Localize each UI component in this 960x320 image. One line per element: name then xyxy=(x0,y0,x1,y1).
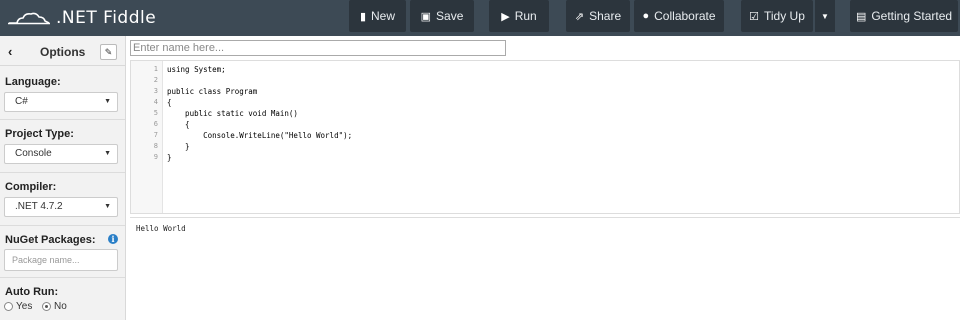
compiler-label: Compiler: xyxy=(5,181,57,193)
collapse-sidebar-icon[interactable]: ‹ xyxy=(8,44,12,59)
code-line: Console.WriteLine("Hello World"); xyxy=(167,131,353,140)
auto-run-no-radio[interactable] xyxy=(42,302,51,311)
user-icon: ● xyxy=(642,10,650,22)
code-line: } xyxy=(167,142,190,151)
code-editor[interactable]: 1 2 3 4 5 6 7 8 9 using System; public c… xyxy=(130,60,960,214)
output-panel: Hello World xyxy=(130,217,960,320)
run-button[interactable]: ▶ Run xyxy=(489,0,549,32)
project-type-select-value: Console xyxy=(15,148,52,159)
share-button[interactable]: ⇗ Share xyxy=(566,0,630,32)
auto-run-yes-label: Yes xyxy=(16,301,33,312)
auto-run-label: Auto Run: xyxy=(5,286,59,298)
new-button[interactable]: ▮ New xyxy=(349,0,406,32)
project-type-label: Project Type: xyxy=(5,128,74,140)
top-navbar: .NET Fiddle ▮ New ▣ Save ▶ Run ⇗ Share ●… xyxy=(0,0,960,36)
fiddle-name-input[interactable]: Enter name here... xyxy=(130,40,506,56)
code-line: } xyxy=(167,153,172,162)
code-line: { xyxy=(167,120,190,129)
logo-text: .NET Fiddle xyxy=(56,8,157,28)
play-icon: ▶ xyxy=(501,10,510,23)
line-number: 6 xyxy=(153,120,158,128)
line-number: 5 xyxy=(153,109,158,117)
sidebar-header: ‹ Options ✎ xyxy=(0,36,125,66)
getting-started-button[interactable]: ▤ Getting Started xyxy=(850,0,958,32)
sidebar-title: Options xyxy=(40,45,86,59)
line-number: 9 xyxy=(153,153,158,161)
chevron-down-icon: ▼ xyxy=(104,98,111,105)
code-line: public class Program xyxy=(167,87,258,96)
tidy-up-button[interactable]: ☑ Tidy Up xyxy=(741,0,813,32)
line-number: 7 xyxy=(153,131,158,139)
chevron-down-icon: ▼ xyxy=(104,203,111,210)
code-line: { xyxy=(167,98,172,107)
language-select[interactable]: C# ▼ xyxy=(4,92,118,112)
pin-icon[interactable]: ✎ xyxy=(100,44,117,60)
floppy-icon: ▣ xyxy=(420,10,432,23)
dotnet-fiddle-logo[interactable]: .NET Fiddle xyxy=(8,4,156,32)
save-button[interactable]: ▣ Save xyxy=(410,0,474,32)
nuget-packages-label: NuGet Packages: xyxy=(5,234,96,246)
language-label: Language: xyxy=(5,76,61,88)
line-number: 2 xyxy=(153,76,158,84)
divider xyxy=(0,225,125,226)
code-line: public static void Main() xyxy=(167,109,298,118)
options-sidebar: ‹ Options ✎ Language: C# ▼ Project Type:… xyxy=(0,36,126,320)
auto-run-no-label: No xyxy=(54,301,67,312)
chevron-down-icon: ▼ xyxy=(104,150,111,157)
new-button-label: New xyxy=(371,9,396,23)
checkbox-icon: ☑ xyxy=(749,10,759,23)
collaborate-button-label: Collaborate xyxy=(654,9,716,23)
caret-down-icon: ▼ xyxy=(821,11,829,21)
tidy-up-button-label: Tidy Up xyxy=(763,9,805,23)
cloud-icon xyxy=(8,12,50,25)
info-icon[interactable]: i xyxy=(108,234,118,244)
line-number-gutter: 1 2 3 4 5 6 7 8 9 xyxy=(131,61,163,213)
line-number: 4 xyxy=(153,98,158,106)
collaborate-button[interactable]: ● Collaborate xyxy=(634,0,724,32)
nuget-package-input[interactable]: Package name... xyxy=(4,249,118,271)
share-icon: ⇗ xyxy=(574,10,585,23)
line-number: 8 xyxy=(153,142,158,150)
line-number: 1 xyxy=(153,65,158,73)
divider xyxy=(0,119,125,120)
tidy-up-dropdown-toggle[interactable]: ▼ xyxy=(815,0,835,32)
compiler-select-value: .NET 4.7.2 xyxy=(15,201,63,212)
divider xyxy=(0,172,125,173)
getting-started-button-label: Getting Started xyxy=(871,9,953,23)
file-icon: ▮ xyxy=(359,10,367,23)
compiler-select[interactable]: .NET 4.7.2 ▼ xyxy=(4,197,118,217)
project-type-select[interactable]: Console ▼ xyxy=(4,144,118,164)
auto-run-yes-radio[interactable] xyxy=(4,302,13,311)
divider xyxy=(0,277,125,278)
line-number: 3 xyxy=(153,87,158,95)
run-button-label: Run xyxy=(514,9,537,23)
code-line: using System; xyxy=(167,65,226,74)
output-text: Hello World xyxy=(136,224,186,233)
language-select-value: C# xyxy=(15,96,28,107)
save-button-label: Save xyxy=(436,9,464,23)
book-icon: ▤ xyxy=(855,10,867,23)
share-button-label: Share xyxy=(589,9,622,23)
